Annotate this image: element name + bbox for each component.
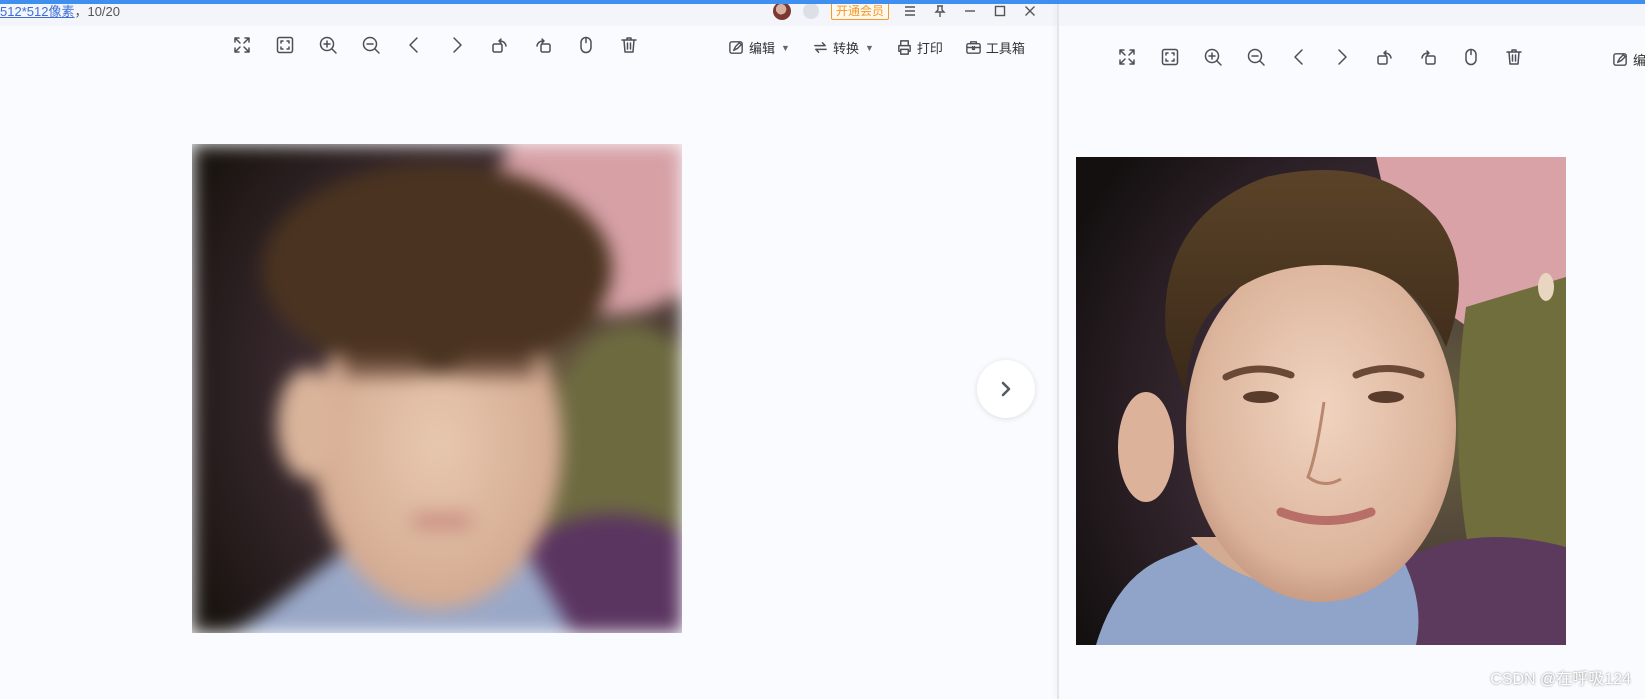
zoom-out-icon[interactable] bbox=[360, 34, 382, 56]
fullscreen-icon[interactable] bbox=[1116, 46, 1138, 68]
vip-button[interactable]: 开通会员 bbox=[830, 4, 889, 20]
zoom-in-icon[interactable] bbox=[1202, 46, 1224, 68]
titlebar-left: 512*512像素，10/20 开通会员 bbox=[0, 4, 1057, 26]
secondary-avatar[interactable] bbox=[802, 4, 819, 19]
info-separator: ， bbox=[74, 4, 88, 19]
zoom-out-icon[interactable] bbox=[1245, 46, 1267, 68]
prev-icon[interactable] bbox=[403, 34, 425, 56]
fullscreen-icon[interactable] bbox=[231, 34, 253, 56]
minimize-icon[interactable] bbox=[961, 4, 979, 20]
titlebar-right bbox=[1059, 4, 1645, 26]
toolbox-label: 工具箱 bbox=[985, 41, 1025, 56]
trash-icon[interactable] bbox=[618, 34, 640, 56]
next-image-button[interactable] bbox=[977, 360, 1035, 418]
print-label: 打印 bbox=[916, 41, 943, 56]
toolbox-icon bbox=[966, 41, 981, 54]
chevron-down-icon: ▼ bbox=[781, 42, 790, 53]
toolbox-button[interactable]: 工具箱 bbox=[965, 38, 1025, 57]
print-button[interactable]: 打印 bbox=[896, 38, 943, 57]
title-controls: 开通会员 bbox=[772, 4, 1039, 20]
zoom-in-icon[interactable] bbox=[317, 34, 339, 56]
image-info: 512*512像素，10/20 bbox=[0, 4, 120, 20]
restored-face-photo[interactable] bbox=[1076, 157, 1566, 645]
viewer-window-right: 编 bbox=[1059, 4, 1645, 699]
edit-icon bbox=[1613, 53, 1627, 66]
convert-label: 转换 bbox=[832, 41, 859, 56]
fit-window-icon[interactable] bbox=[1159, 46, 1181, 68]
convert-icon bbox=[814, 42, 827, 53]
toolbar-left bbox=[231, 34, 661, 56]
maximize-icon[interactable] bbox=[991, 4, 1009, 20]
edit-icon bbox=[729, 41, 743, 54]
mouse-icon[interactable] bbox=[575, 34, 597, 56]
pin-icon[interactable] bbox=[931, 4, 949, 20]
blurred-face-photo[interactable] bbox=[192, 144, 682, 633]
chevron-down-icon: ▼ bbox=[864, 42, 874, 53]
csdn-watermark: CSDN @在呼吸124 bbox=[1490, 671, 1631, 688]
avatar[interactable] bbox=[772, 4, 791, 20]
fit-window-icon[interactable] bbox=[274, 34, 296, 56]
close-icon[interactable] bbox=[1021, 4, 1039, 20]
toolbar-left-actions: 编辑 ▼ 转换 ▼ 打印 工具箱 bbox=[728, 38, 1025, 57]
trash-icon[interactable] bbox=[1503, 46, 1525, 68]
rotate-left-icon[interactable] bbox=[489, 34, 511, 56]
next-icon[interactable] bbox=[446, 34, 468, 56]
viewer-window-left: 512*512像素，10/20 开通会员 编辑 ▼ 转换 ▼ 打印 工具箱 bbox=[0, 4, 1057, 699]
chevron-right-icon bbox=[1001, 381, 1011, 397]
menu-icon[interactable] bbox=[901, 4, 919, 20]
convert-button[interactable]: 转换 ▼ bbox=[812, 38, 874, 57]
mouse-icon[interactable] bbox=[1460, 46, 1482, 68]
rotate-right-icon[interactable] bbox=[1417, 46, 1439, 68]
edit-label-partial: 编 bbox=[1633, 53, 1645, 68]
rotate-right-icon[interactable] bbox=[532, 34, 554, 56]
edit-button-right[interactable]: 编 bbox=[1612, 50, 1645, 69]
next-icon[interactable] bbox=[1331, 46, 1353, 68]
blurred-image-content bbox=[192, 144, 682, 633]
toolbar-right bbox=[1116, 46, 1546, 68]
rotate-left-icon[interactable] bbox=[1374, 46, 1396, 68]
edit-label: 编辑 bbox=[749, 41, 776, 56]
image-page-count: 10/20 bbox=[87, 4, 121, 19]
prev-icon[interactable] bbox=[1288, 46, 1310, 68]
toolbar-right-actions: 编 bbox=[1612, 50, 1645, 69]
edit-button[interactable]: 编辑 ▼ bbox=[728, 38, 790, 57]
printer-icon bbox=[898, 40, 911, 55]
image-dimensions[interactable]: 512*512像素 bbox=[0, 4, 74, 19]
